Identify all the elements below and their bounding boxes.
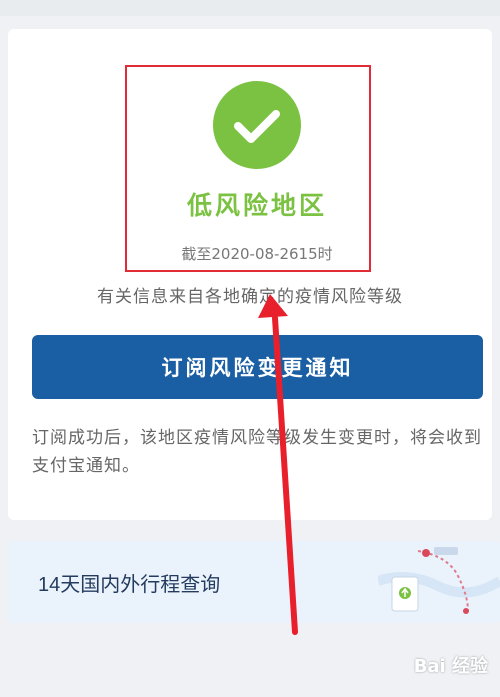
map-route-icon	[378, 547, 500, 614]
annotation-highlight-box	[125, 65, 371, 272]
subscribe-risk-change-button[interactable]: 订阅风险变更通知	[32, 335, 483, 399]
top-strip	[0, 0, 500, 16]
subscription-note: 订阅成功后，该地区疫情风险等级发生变更时，将会收到支付宝通知。	[32, 428, 482, 476]
source-note: 有关信息来自各地确定的疫情风险等级	[97, 287, 403, 307]
subscribe-button-label: 订阅风险变更通知	[161, 356, 354, 380]
itinerary-query-card[interactable]: 14天国内外行程查询	[8, 541, 500, 623]
itinerary-title: 14天国内外行程查询	[38, 574, 221, 596]
baidu-jingyan-watermark: Bai 经验	[413, 656, 488, 677]
